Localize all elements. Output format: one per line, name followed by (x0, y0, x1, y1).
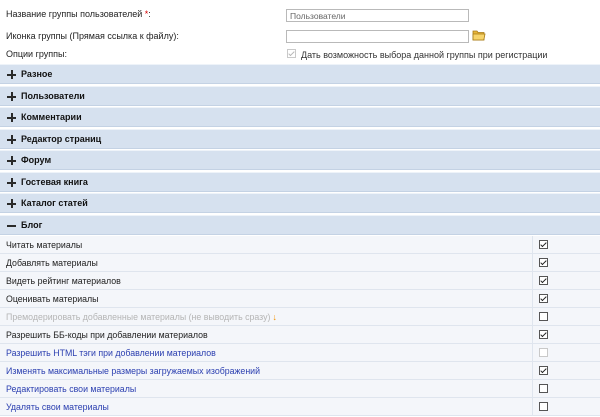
permission-checkbox[interactable] (539, 312, 548, 321)
plus-icon (7, 178, 16, 187)
checkbox-box (539, 384, 548, 393)
column-divider (532, 362, 533, 379)
permission-row: Разрешить HTML тэги при добавлении матер… (0, 344, 600, 362)
section-title: Редактор страниц (21, 134, 102, 144)
group-icon-input[interactable] (286, 30, 469, 43)
registration-option-label: Дать возможность выбора данной группы пр… (301, 50, 548, 60)
permission-checkbox[interactable] (539, 240, 548, 249)
column-divider (532, 380, 533, 397)
checkbox-box (539, 240, 548, 249)
section-title: Разное (21, 69, 53, 79)
section-title: Пользователи (21, 91, 85, 101)
folder-icon[interactable] (472, 29, 486, 41)
section-title: Форум (21, 155, 52, 165)
permission-label: Добавлять материалы (6, 258, 98, 268)
group-icon-label: Иконка группы (Прямая ссылка к файлу): (6, 31, 179, 41)
section-title: Комментарии (21, 112, 82, 122)
group-name-row: Название группы пользователей *: (0, 4, 600, 24)
permission-label: Видеть рейтинг материалов (6, 276, 121, 286)
minus-icon (7, 221, 16, 230)
permission-row: Разрешить ББ-коды при добавлении материа… (0, 326, 600, 344)
plus-icon (7, 113, 16, 122)
permission-checkbox[interactable] (539, 258, 548, 267)
column-divider (532, 326, 533, 343)
checkbox-box (539, 366, 548, 375)
permission-label: Разрешить HTML тэги при добавлении матер… (6, 348, 216, 358)
permission-row: Добавлять материалы (0, 254, 600, 272)
checkbox-box (539, 348, 548, 357)
section-title: Гостевая книга (21, 177, 88, 187)
permission-label: Премодерировать добавленные материалы (н… (6, 312, 277, 322)
permission-row: Видеть рейтинг материалов (0, 272, 600, 290)
permission-row: Читать материалы (0, 236, 600, 254)
group-options-label: Опции группы: (6, 49, 67, 59)
permission-checkbox[interactable] (539, 366, 548, 375)
section-header-articles[interactable]: Каталог статей (0, 193, 600, 213)
plus-icon (7, 135, 16, 144)
column-divider (532, 290, 533, 307)
column-divider (532, 308, 533, 325)
checkbox-box (287, 49, 296, 58)
permission-row: Изменять максимальные размеры загружаемы… (0, 362, 600, 380)
permission-label: Разрешить ББ-коды при добавлении материа… (6, 330, 208, 340)
checkbox-box (539, 330, 548, 339)
plus-icon (7, 199, 16, 208)
permission-label: Изменять максимальные размеры загружаемы… (6, 366, 261, 376)
registration-option-checkbox[interactable] (287, 49, 296, 58)
plus-icon (7, 156, 16, 165)
checkbox-box (539, 258, 548, 267)
section-header-page-editor[interactable]: Редактор страниц (0, 129, 600, 149)
column-divider (532, 272, 533, 289)
section-header-guestbook[interactable]: Гостевая книга (0, 172, 600, 192)
section-header-blog[interactable]: Блог (0, 215, 600, 235)
section-header-misc[interactable]: Разное (0, 64, 600, 84)
section-title: Блог (21, 220, 43, 230)
checkbox-box (539, 294, 548, 303)
permission-checkbox[interactable] (539, 348, 548, 357)
permission-row: Редактировать свои материалы (0, 380, 600, 398)
column-divider (532, 398, 533, 415)
checkbox-box (539, 402, 548, 411)
checkbox-box (539, 312, 548, 321)
section-title: Каталог статей (21, 198, 88, 208)
column-divider (532, 254, 533, 271)
permission-checkbox[interactable] (539, 402, 548, 411)
permission-row: Удалять свои материалы (0, 398, 600, 416)
section-header-users[interactable]: Пользователи (0, 86, 600, 106)
section-header-forum[interactable]: Форум (0, 150, 600, 170)
section-header-comments[interactable]: Комментарии (0, 107, 600, 127)
permission-label: Редактировать свои материалы (6, 384, 137, 394)
permission-label: Оценивать материалы (6, 294, 99, 304)
permission-row: Премодерировать добавленные материалы (н… (0, 308, 600, 326)
column-divider (532, 236, 533, 253)
group-name-input[interactable] (286, 9, 469, 22)
column-divider (532, 344, 533, 361)
permission-row: Оценивать материалы (0, 290, 600, 308)
plus-icon (7, 70, 16, 79)
permission-checkbox[interactable] (539, 330, 548, 339)
plus-icon (7, 92, 16, 101)
permission-checkbox[interactable] (539, 384, 548, 393)
permission-checkbox[interactable] (539, 294, 548, 303)
group-name-label: Название группы пользователей *: (6, 9, 151, 19)
warning-arrow-icon: ↓ (272, 312, 277, 322)
permission-label: Читать материалы (6, 240, 83, 250)
permission-label: Удалять свои материалы (6, 402, 109, 412)
checkbox-box (539, 276, 548, 285)
group-icon-row: Иконка группы (Прямая ссылка к файлу): (0, 26, 600, 46)
permission-checkbox[interactable] (539, 276, 548, 285)
